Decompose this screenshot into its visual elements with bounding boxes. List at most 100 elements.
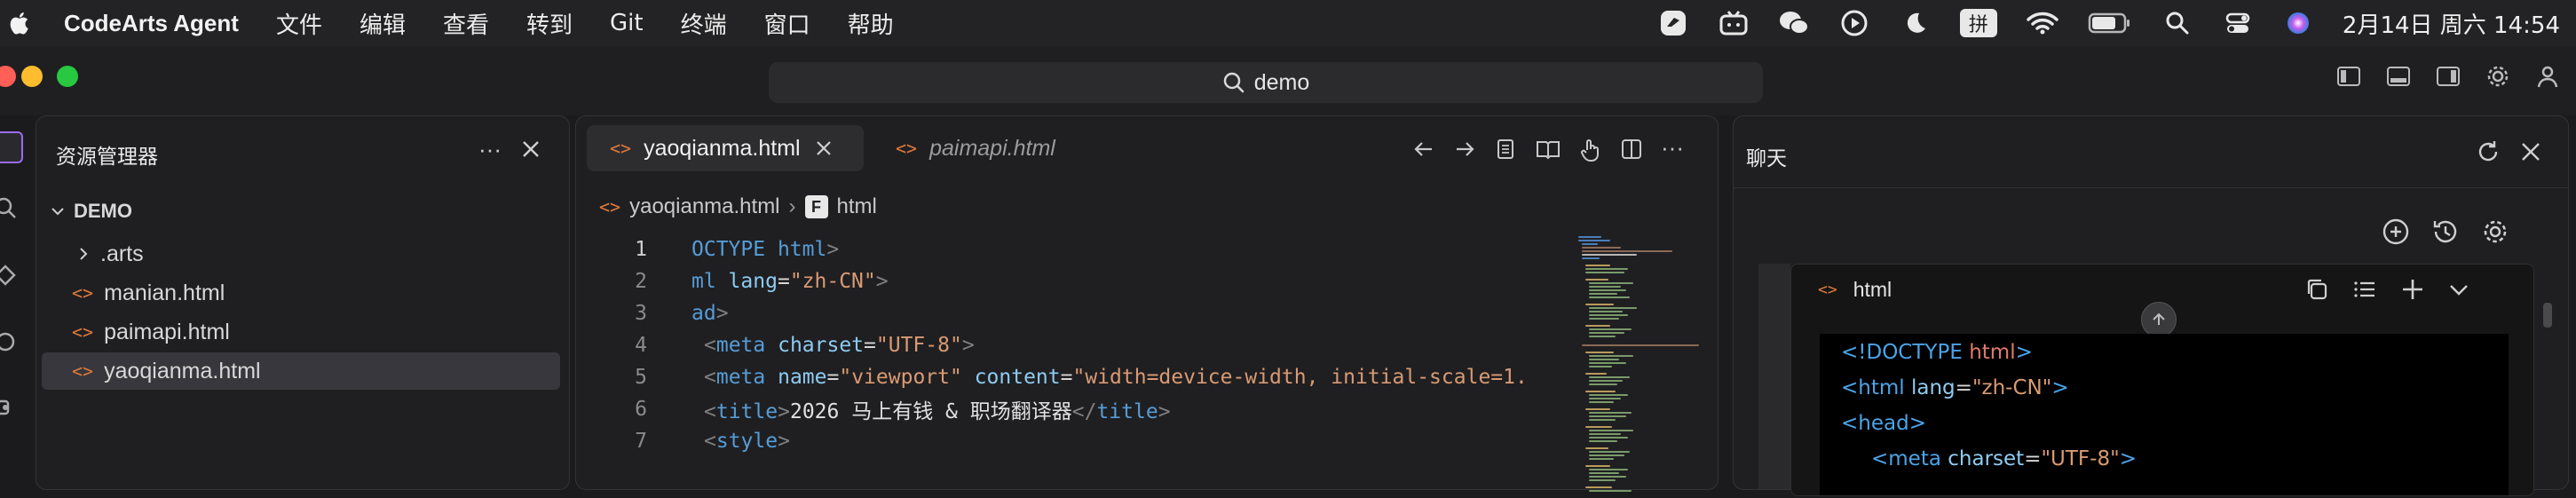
code-editor[interactable]: 1 OCTYPE html> 2 ml lang="zh-CN"> 3 ad> … [576, 232, 1579, 489]
tree-item-manian[interactable]: <> manian.html [42, 274, 560, 312]
symbol-badge-icon: F [804, 195, 828, 218]
feishu-icon[interactable] [1657, 7, 1689, 39]
settings-gear-icon[interactable] [2485, 64, 2510, 89]
more-actions-icon[interactable]: ··· [1661, 136, 1684, 162]
editor-panel: <> yaoqianma.html <> paimapi.html ··· <>… [575, 115, 1719, 492]
menubar-clock[interactable]: 2月14日 周六 14:54 [2343, 7, 2560, 40]
close-panel-icon[interactable] [521, 139, 541, 159]
tree-item-arts[interactable]: .arts [42, 235, 560, 273]
folder-label: DEMO [74, 200, 132, 222]
document-icon[interactable] [1494, 138, 1517, 161]
toggle-secondary-sidebar-icon[interactable] [2436, 66, 2461, 87]
tree-item-yaoqianma-selected[interactable]: <> yaoqianma.html [42, 352, 560, 390]
open-preview-icon[interactable] [1535, 138, 1561, 161]
menu-file[interactable]: 文件 [276, 7, 322, 40]
menu-view[interactable]: 查看 [443, 7, 489, 40]
chat-scrollbar-thumb[interactable] [2543, 303, 2552, 328]
account-icon[interactable] [2535, 64, 2560, 89]
line-number: 2 [635, 270, 647, 293]
code-block-body[interactable]: <!DOCTYPE html> <html lang="zh-CN"> <hea… [1820, 334, 2509, 495]
chevron-down-icon [51, 208, 64, 216]
close-window-button[interactable] [0, 66, 16, 87]
menu-window[interactable]: 窗口 [764, 7, 810, 40]
go-back-icon[interactable] [1412, 138, 1435, 161]
activity-source-control-icon[interactable] [0, 263, 18, 288]
code-line: 3 ad> [576, 297, 728, 329]
wechat-icon[interactable] [1778, 7, 1810, 39]
chat-settings-gear-icon[interactable] [2481, 217, 2509, 246]
go-forward-icon[interactable] [1453, 138, 1476, 161]
tab-yaoqianma-active[interactable]: <> yaoqianma.html [587, 125, 864, 171]
tree-item-paimapi[interactable]: <> paimapi.html [42, 313, 560, 351]
editor-actions: ··· [1412, 136, 1684, 162]
bilibili-icon[interactable] [1718, 7, 1750, 39]
copy-icon[interactable] [2304, 277, 2329, 302]
wifi-icon[interactable] [2027, 7, 2058, 39]
line-number: 3 [635, 302, 647, 325]
breadcrumb-file[interactable]: yaoqianma.html [629, 194, 779, 219]
app-name-menu[interactable]: CodeArts Agent [64, 10, 239, 37]
apple-icon[interactable] [7, 10, 34, 36]
menu-edit[interactable]: 编辑 [360, 7, 406, 40]
menu-git[interactable]: Git [610, 10, 644, 36]
activity-bar [0, 115, 30, 463]
menu-goto[interactable]: 转到 [526, 7, 573, 40]
control-center-icon[interactable] [2222, 7, 2254, 39]
scroll-to-top-button[interactable] [2141, 302, 2177, 337]
tree-item-label: manian.html [104, 280, 225, 305]
code-block-line: <html lang="zh-CN"> [1841, 376, 2069, 399]
html-file-icon: <> [896, 138, 918, 159]
tab-label: yaoqianma.html [644, 135, 801, 161]
menu-bar: CodeArts Agent 文件 编辑 查看 转到 Git 终端 窗口 帮助 … [0, 0, 2576, 46]
command-center-search[interactable]: demo [769, 62, 1763, 103]
folder-demo[interactable]: DEMO [42, 193, 560, 230]
command-center-label: demo [1253, 69, 1310, 95]
html-file-icon: <> [72, 321, 94, 343]
close-chat-icon[interactable] [2520, 141, 2541, 162]
status-menu-area: 拼 2月14日 周六 14:54 [1657, 0, 2560, 46]
activity-extensions-icon[interactable] [0, 392, 18, 417]
tab-paimapi[interactable]: <> paimapi.html [883, 125, 1096, 171]
code-block-line: <head> [1841, 412, 1926, 435]
line-number: 6 [635, 398, 647, 421]
chevron-right-icon [80, 248, 88, 260]
html-file-icon: <> [599, 196, 621, 217]
breadcrumb-symbol[interactable]: html [837, 194, 877, 219]
line-number: 7 [635, 430, 647, 453]
tab-label: paimapi.html [929, 135, 1055, 161]
toggle-panel-icon[interactable] [2386, 66, 2411, 87]
new-chat-icon[interactable] [2382, 217, 2410, 246]
refresh-icon[interactable] [2476, 139, 2501, 164]
hand-pointer-icon[interactable] [1579, 138, 1602, 162]
minimize-window-button[interactable] [21, 66, 43, 87]
minimap[interactable] [1574, 232, 1707, 498]
menu-help[interactable]: 帮助 [848, 7, 894, 40]
chevron-down-icon[interactable] [2448, 279, 2469, 300]
line-number: 1 [635, 238, 647, 261]
chat-title: 聊天 [1746, 147, 1787, 170]
breadcrumb-separator: › [788, 194, 796, 218]
layout-controls [2336, 64, 2560, 89]
zoom-window-button[interactable] [57, 66, 78, 87]
insert-plus-icon[interactable] [2400, 277, 2425, 302]
code-block: <> html <!DOCTYPE html> <html lang="zh-C… [1790, 264, 2534, 496]
more-actions-icon[interactable]: ··· [478, 136, 502, 163]
moon-icon[interactable] [1899, 7, 1931, 39]
code-line: 6 <title>2026 马上有钱 & 职场翻译器</title> [576, 393, 1170, 425]
spotlight-search-icon[interactable] [2161, 7, 2193, 39]
list-icon[interactable] [2352, 277, 2377, 302]
breadcrumb: <> yaoqianma.html › F html [599, 194, 877, 219]
editor-tab-bar: <> yaoqianma.html <> paimapi.html ··· [576, 116, 1718, 187]
siri-icon[interactable] [2282, 7, 2314, 39]
activity-chat-icon[interactable] [0, 131, 23, 163]
activity-debug-icon[interactable] [0, 328, 18, 353]
toggle-primary-sidebar-icon[interactable] [2336, 66, 2361, 87]
input-method-icon[interactable]: 拼 [1959, 7, 1998, 39]
play-icon[interactable] [1838, 7, 1870, 39]
close-tab-icon[interactable] [815, 139, 833, 157]
split-editor-icon[interactable] [1620, 138, 1643, 161]
activity-search-icon[interactable] [0, 197, 20, 222]
history-icon[interactable] [2431, 217, 2460, 246]
menu-terminal[interactable]: 终端 [681, 7, 727, 40]
battery-icon[interactable] [2087, 7, 2133, 39]
